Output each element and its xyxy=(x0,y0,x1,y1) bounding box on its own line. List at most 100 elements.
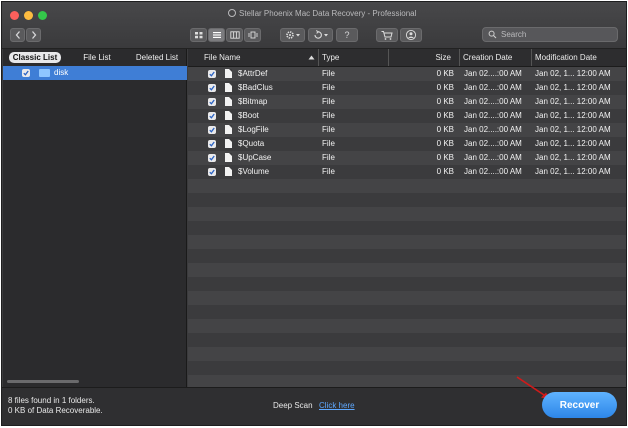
column-header-size[interactable]: Size xyxy=(389,49,460,66)
table-row[interactable]: $BadClus File 0 KB Jan 02....:00 AM Jan 02, … xyxy=(188,81,626,95)
file-icon xyxy=(225,111,232,120)
empty-row xyxy=(188,361,626,375)
empty-row xyxy=(188,277,626,291)
cell-file-name: $Quota xyxy=(238,139,265,148)
recoverable-text: 0 KB of Data Recoverable. xyxy=(8,406,103,415)
column-header-modification-date[interactable]: Modification Date xyxy=(532,49,626,66)
chevron-left-icon xyxy=(15,31,20,39)
search-input[interactable] xyxy=(501,28,611,41)
row-checkbox[interactable] xyxy=(208,98,216,106)
row-checkbox[interactable] xyxy=(208,140,216,148)
minimize-window-button[interactable] xyxy=(24,11,33,20)
tab-deleted-list[interactable]: Deleted List xyxy=(129,52,185,63)
table-row[interactable]: $Bitmap File 0 KB Jan 02....:00 AM Jan 02, 1… xyxy=(188,95,626,109)
cell-file-name: $BadClus xyxy=(238,83,273,92)
table-row[interactable]: $Quota File 0 KB Jan 02....:00 AM Jan 02, 1.… xyxy=(188,137,626,151)
empty-row xyxy=(188,221,626,235)
cell-modification-date: Jan 02, 1... 12:00 AM xyxy=(535,139,611,148)
list-view-button[interactable] xyxy=(208,28,225,42)
search-icon xyxy=(488,30,497,39)
cell-creation-date: Jan 02....:00 AM xyxy=(464,139,522,148)
deep-scan-label: Deep Scan xyxy=(273,401,313,410)
file-icon xyxy=(225,153,232,162)
table-row[interactable]: $AttrDef File 0 KB Jan 02....:00 AM Jan 02, … xyxy=(188,67,626,81)
checkmark-icon xyxy=(209,127,215,133)
cell-size: 0 KB xyxy=(436,153,454,162)
tab-classic-list[interactable]: Classic List xyxy=(9,52,61,63)
coverflow-view-button[interactable] xyxy=(244,28,261,42)
cell-size: 0 KB xyxy=(436,125,454,134)
cell-modification-date: Jan 02, 1... 12:00 AM xyxy=(535,153,611,162)
table-row[interactable]: $Boot File 0 KB Jan 02....:00 AM Jan 02, 1..… xyxy=(188,109,626,123)
cell-type: File xyxy=(322,125,335,134)
view-mode-tabs: Classic List File List Deleted List xyxy=(9,52,183,63)
grid-view-button[interactable] xyxy=(190,28,207,42)
gear-icon xyxy=(285,31,300,39)
empty-row xyxy=(188,333,626,347)
empty-row xyxy=(188,291,626,305)
cell-modification-date: Jan 02, 1... 12:00 AM xyxy=(535,97,611,106)
empty-row xyxy=(188,207,626,221)
cell-size: 0 KB xyxy=(436,83,454,92)
account-button[interactable] xyxy=(400,28,422,42)
table-row[interactable]: $LogFile File 0 KB Jan 02....:00 AM Jan 02, … xyxy=(188,123,626,137)
column-header-file-name[interactable]: File Name xyxy=(188,49,319,66)
row-checkbox[interactable] xyxy=(208,84,216,92)
empty-row xyxy=(188,319,626,333)
zoom-window-button[interactable] xyxy=(38,11,47,20)
file-icon xyxy=(225,167,232,176)
row-checkbox[interactable] xyxy=(208,154,216,162)
help-button[interactable]: ? xyxy=(336,28,358,42)
settings-menu-button[interactable] xyxy=(280,28,305,42)
column-view-button[interactable] xyxy=(226,28,243,42)
empty-row xyxy=(188,249,626,263)
history-menu-button[interactable] xyxy=(308,28,333,42)
row-checkbox[interactable] xyxy=(208,126,216,134)
sidebar-scrollbar[interactable] xyxy=(7,380,79,383)
file-icon xyxy=(225,125,232,134)
window-title-text: Stellar Phoenix Mac Data Recovery - Prof… xyxy=(239,9,417,18)
empty-row xyxy=(188,179,626,193)
history-icon xyxy=(313,30,328,39)
cell-size: 0 KB xyxy=(436,139,454,148)
title-bar: Stellar Phoenix Mac Data Recovery - Prof… xyxy=(2,2,626,49)
cell-modification-date: Jan 02, 1... 12:00 AM xyxy=(535,69,611,78)
file-icon xyxy=(225,97,232,106)
row-checkbox[interactable] xyxy=(208,112,216,120)
column-header-type[interactable]: Type xyxy=(319,49,389,66)
cell-modification-date: Jan 02, 1... 12:00 AM xyxy=(535,167,611,176)
table-row[interactable]: $UpCase File 0 KB Jan 02....:00 AM Jan 02, 1… xyxy=(188,151,626,165)
row-checkbox[interactable] xyxy=(208,168,216,176)
deep-scan-link[interactable]: Click here xyxy=(319,401,355,410)
cell-file-name: $AttrDef xyxy=(238,69,268,78)
search-box[interactable] xyxy=(482,27,618,42)
tree-item-label: disk xyxy=(54,68,69,77)
file-table: File Name Type Size Creation Date Modifi… xyxy=(188,49,626,387)
tree-item-checkbox[interactable] xyxy=(22,69,30,77)
checkmark-icon xyxy=(209,71,215,77)
recover-button[interactable]: Recover xyxy=(542,392,617,418)
cell-size: 0 KB xyxy=(436,97,454,106)
user-icon xyxy=(405,29,417,41)
back-button[interactable] xyxy=(10,28,25,42)
cart-button[interactable] xyxy=(376,28,398,42)
cell-creation-date: Jan 02....:00 AM xyxy=(464,97,522,106)
tab-file-list[interactable]: File List xyxy=(71,52,123,63)
empty-row xyxy=(188,263,626,277)
chevron-right-icon xyxy=(31,31,36,39)
sort-ascending-icon xyxy=(308,55,315,60)
cell-type: File xyxy=(322,139,335,148)
column-header-creation-date[interactable]: Creation Date xyxy=(460,49,532,66)
cell-modification-date: Jan 02, 1... 12:00 AM xyxy=(535,111,611,120)
row-checkbox[interactable] xyxy=(208,70,216,78)
tree-item-disk[interactable]: disk xyxy=(3,66,187,80)
forward-button[interactable] xyxy=(26,28,41,42)
cell-creation-date: Jan 02....:00 AM xyxy=(464,125,522,134)
table-row[interactable]: $Volume File 0 KB Jan 02....:00 AM Jan 02, 1… xyxy=(188,165,626,179)
cell-type: File xyxy=(322,83,335,92)
empty-row xyxy=(188,193,626,207)
list-view-icon xyxy=(212,32,221,38)
close-window-button[interactable] xyxy=(10,11,19,20)
checkmark-icon xyxy=(23,70,29,76)
cell-type: File xyxy=(322,111,335,120)
